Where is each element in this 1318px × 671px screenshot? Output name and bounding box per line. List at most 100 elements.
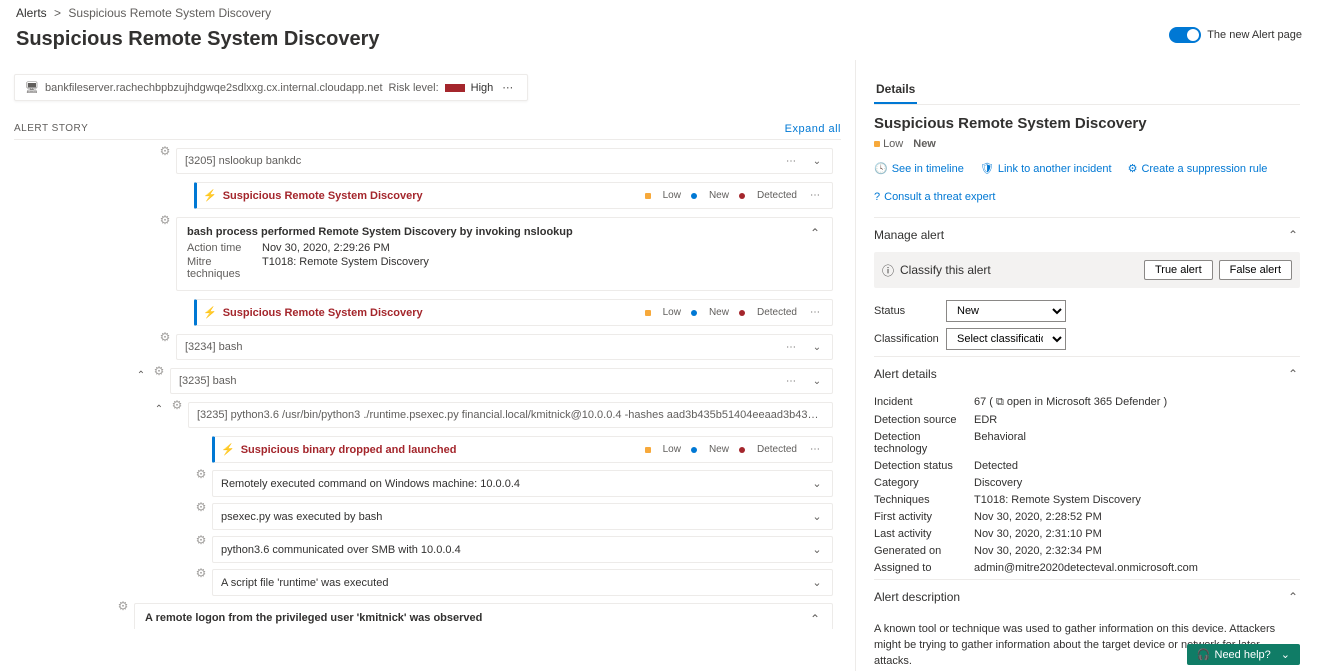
risk-label: Risk level: (389, 82, 439, 94)
alert-title[interactable]: Suspicious Remote System Discovery (223, 307, 423, 319)
page-title: Suspicious Remote System Discovery (16, 28, 379, 51)
risk-value: High (471, 82, 494, 94)
expand-all-link[interactable]: Expand all (785, 123, 841, 135)
terminal-value: /dev/pts/0 (220, 628, 268, 629)
gear-icon[interactable]: ⚙ (166, 398, 188, 412)
see-in-timeline-link[interactable]: 🕓See in timeline (874, 162, 964, 175)
sev-new: New (709, 307, 729, 318)
gear-icon[interactable]: ⚙ (154, 330, 176, 344)
detection-status-value: Detected (974, 460, 1018, 472)
category-value: Discovery (974, 477, 1022, 489)
chevron-down-icon[interactable]: ⌄ (810, 156, 824, 167)
alert-details-header: Alert details (874, 367, 937, 381)
assigned-to-value: admin@mitre2020detecteval.onmicrosoft.co… (974, 562, 1198, 574)
status-select[interactable]: New (946, 300, 1066, 322)
mitre-link[interactable]: T1018: Remote System Discovery (262, 256, 429, 280)
incident-link[interactable]: 67 ( ⧉ open in Microsoft 365 Defender ) (974, 396, 1167, 409)
caret-collapse-icon[interactable]: ⌃ (152, 398, 166, 415)
lightning-icon: ⚡ (203, 306, 217, 319)
gear-icon[interactable]: ⚙ (190, 566, 212, 580)
new-alert-page-label: The new Alert page (1207, 29, 1302, 41)
host-name: bankfileserver.rachechbpbzujhdgwqe2sdlxx… (45, 82, 383, 94)
timeline-icon: 🕓 (874, 162, 888, 175)
chevron-up-icon[interactable]: ⌃ (1286, 367, 1300, 381)
process-node[interactable]: [3234] bash (185, 341, 243, 353)
gear-icon[interactable]: ⚙ (112, 599, 134, 613)
breadcrumb-root[interactable]: Alerts (16, 6, 47, 20)
process-node[interactable]: [3205] nslookup bankdc (185, 155, 301, 167)
detail-tabs: Details (874, 78, 1300, 105)
action-time-label: Action time (187, 242, 262, 254)
gear-icon[interactable]: ⚙ (190, 533, 212, 547)
more-icon[interactable]: ⋯ (783, 342, 800, 353)
create-suppression-link[interactable]: ⚙Create a suppression rule (1128, 162, 1268, 175)
info-icon: ⓘ (882, 262, 894, 279)
sev-detected: Detected (757, 190, 797, 201)
lightning-icon: ⚡ (221, 443, 235, 456)
assigned-to-label: Assigned to (874, 562, 974, 574)
more-icon[interactable]: ⋯ (807, 307, 824, 318)
classification-label: Classification (874, 333, 946, 345)
more-icon[interactable]: ⋯ (783, 156, 800, 167)
chevron-down-icon[interactable]: ⌄ (810, 477, 824, 490)
chevron-down-icon[interactable]: ⌄ (810, 543, 824, 556)
gear-icon[interactable]: ⚙ (154, 213, 176, 227)
chevron-down-icon[interactable]: ⌄ (810, 376, 824, 387)
host-pill[interactable]: 🖥 bankfileserver.rachechbpbzujhdgwqe2sdl… (14, 74, 528, 101)
event-row[interactable]: A script file 'runtime' was executed (221, 577, 388, 589)
more-icon[interactable]: ⋯ (807, 190, 824, 201)
caret-collapse-icon[interactable]: ⌃ (134, 364, 148, 381)
chevron-up-icon[interactable]: ⌃ (1286, 228, 1300, 242)
chevron-down-icon[interactable]: ⌄ (810, 576, 824, 589)
chevron-down-icon[interactable]: ⌄ (1281, 648, 1290, 661)
first-activity-label: First activity (874, 511, 974, 523)
chevron-up-icon[interactable]: ⌃ (808, 612, 822, 626)
true-alert-button[interactable]: True alert (1144, 260, 1213, 280)
generated-on-label: Generated on (874, 545, 974, 557)
generated-on-value: Nov 30, 2020, 2:32:34 PM (974, 545, 1102, 557)
sev-low: Low (663, 444, 681, 455)
breadcrumb-current: Suspicious Remote System Discovery (68, 6, 271, 20)
detection-tech-value: Behavioral (974, 431, 1026, 455)
detail-status: New (913, 138, 936, 150)
chevron-up-icon[interactable]: ⌃ (808, 226, 822, 240)
breadcrumb: Alerts > Suspicious Remote System Discov… (16, 6, 379, 20)
tab-details[interactable]: Details (874, 78, 917, 104)
event-row[interactable]: python3.6 communicated over SMB with 10.… (221, 544, 461, 556)
process-node[interactable]: [3235] python3.6 /usr/bin/python3 ./runt… (197, 409, 824, 421)
detection-source-value: EDR (974, 414, 997, 426)
sev-low: Low (663, 190, 681, 201)
technique-link[interactable]: T1018: Remote System Discovery (974, 494, 1141, 506)
process-node[interactable]: [3235] bash (179, 375, 237, 387)
link-incident-link[interactable]: 🛡Link to another incident (980, 162, 1112, 175)
detection-status-label: Detection status (874, 460, 974, 472)
alert-title[interactable]: Suspicious binary dropped and launched (241, 444, 457, 456)
action-time-value: Nov 30, 2020, 2:29:26 PM (262, 242, 390, 254)
need-help-button[interactable]: 🎧Need help?⌄ (1187, 644, 1300, 665)
detail-title: Suspicious Remote System Discovery (874, 115, 1300, 132)
classification-select[interactable]: Select classification... (946, 328, 1066, 350)
gear-icon[interactable]: ⚙ (190, 467, 212, 481)
detail-sev: Low (883, 138, 903, 150)
gear-icon[interactable]: ⚙ (154, 144, 176, 158)
last-activity-value: Nov 30, 2020, 2:31:10 PM (974, 528, 1102, 540)
event-row[interactable]: psexec.py was executed by bash (221, 511, 382, 523)
chevron-down-icon[interactable]: ⌄ (810, 510, 824, 523)
alert-title[interactable]: Suspicious Remote System Discovery (223, 190, 423, 202)
alert-story-tree[interactable]: ⚙ [3205] nslookup bankdc ⋯ ⌄ ⚡ Suspicious … (14, 139, 841, 629)
consult-expert-link[interactable]: ?Consult a threat expert (874, 191, 995, 203)
mitre-label: Mitre techniques (187, 256, 262, 280)
status-label: Status (874, 305, 946, 317)
false-alert-button[interactable]: False alert (1219, 260, 1292, 280)
sev-low: Low (663, 307, 681, 318)
more-icon[interactable]: ⋯ (783, 376, 800, 387)
event-row[interactable]: Remotely executed command on Windows mac… (221, 478, 520, 490)
chevron-down-icon[interactable]: ⌄ (810, 342, 824, 353)
gear-icon[interactable]: ⚙ (190, 500, 212, 514)
sev-new: New (709, 190, 729, 201)
more-icon[interactable]: ⋯ (807, 444, 824, 455)
new-alert-page-toggle[interactable] (1169, 27, 1201, 43)
gear-icon[interactable]: ⚙ (148, 364, 170, 378)
host-more-icon[interactable]: ⋯ (499, 81, 517, 94)
chevron-up-icon[interactable]: ⌃ (1286, 590, 1300, 604)
